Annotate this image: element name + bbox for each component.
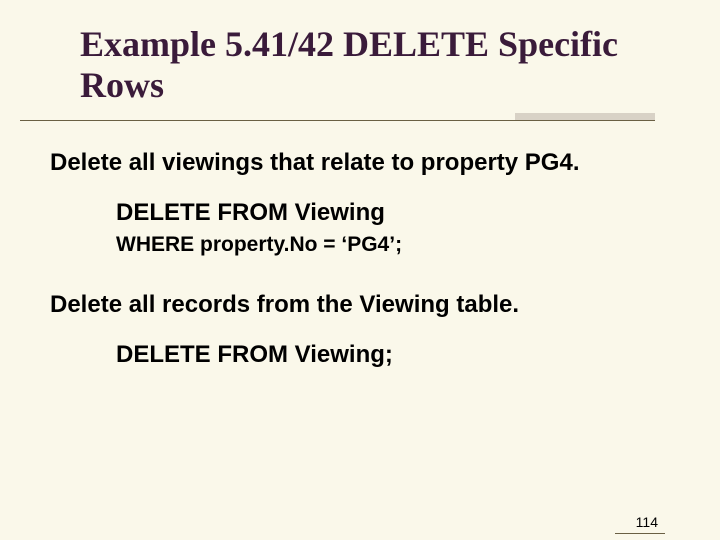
page-number: 114 bbox=[636, 514, 658, 530]
code-block-2: DELETE FROM Viewing; bbox=[116, 341, 670, 369]
slide: Example 5.41/42 DELETE Specific Rows Del… bbox=[0, 24, 720, 540]
title-rule bbox=[0, 113, 720, 123]
code-line: DELETE FROM Viewing bbox=[116, 199, 670, 227]
slide-body: Delete all viewings that relate to prope… bbox=[50, 149, 670, 369]
title-rule-line bbox=[20, 120, 655, 121]
lead-text-2: Delete all records from the Viewing tabl… bbox=[50, 291, 670, 319]
code-line: WHERE property.No = ‘PG4’; bbox=[116, 233, 670, 257]
slide-title: Example 5.41/42 DELETE Specific Rows bbox=[80, 24, 664, 107]
code-block-1: DELETE FROM Viewing WHERE property.No = … bbox=[116, 199, 670, 257]
page-number-underline bbox=[615, 533, 665, 534]
code-line: DELETE FROM Viewing; bbox=[116, 341, 670, 369]
lead-text-1: Delete all viewings that relate to prope… bbox=[50, 149, 670, 177]
